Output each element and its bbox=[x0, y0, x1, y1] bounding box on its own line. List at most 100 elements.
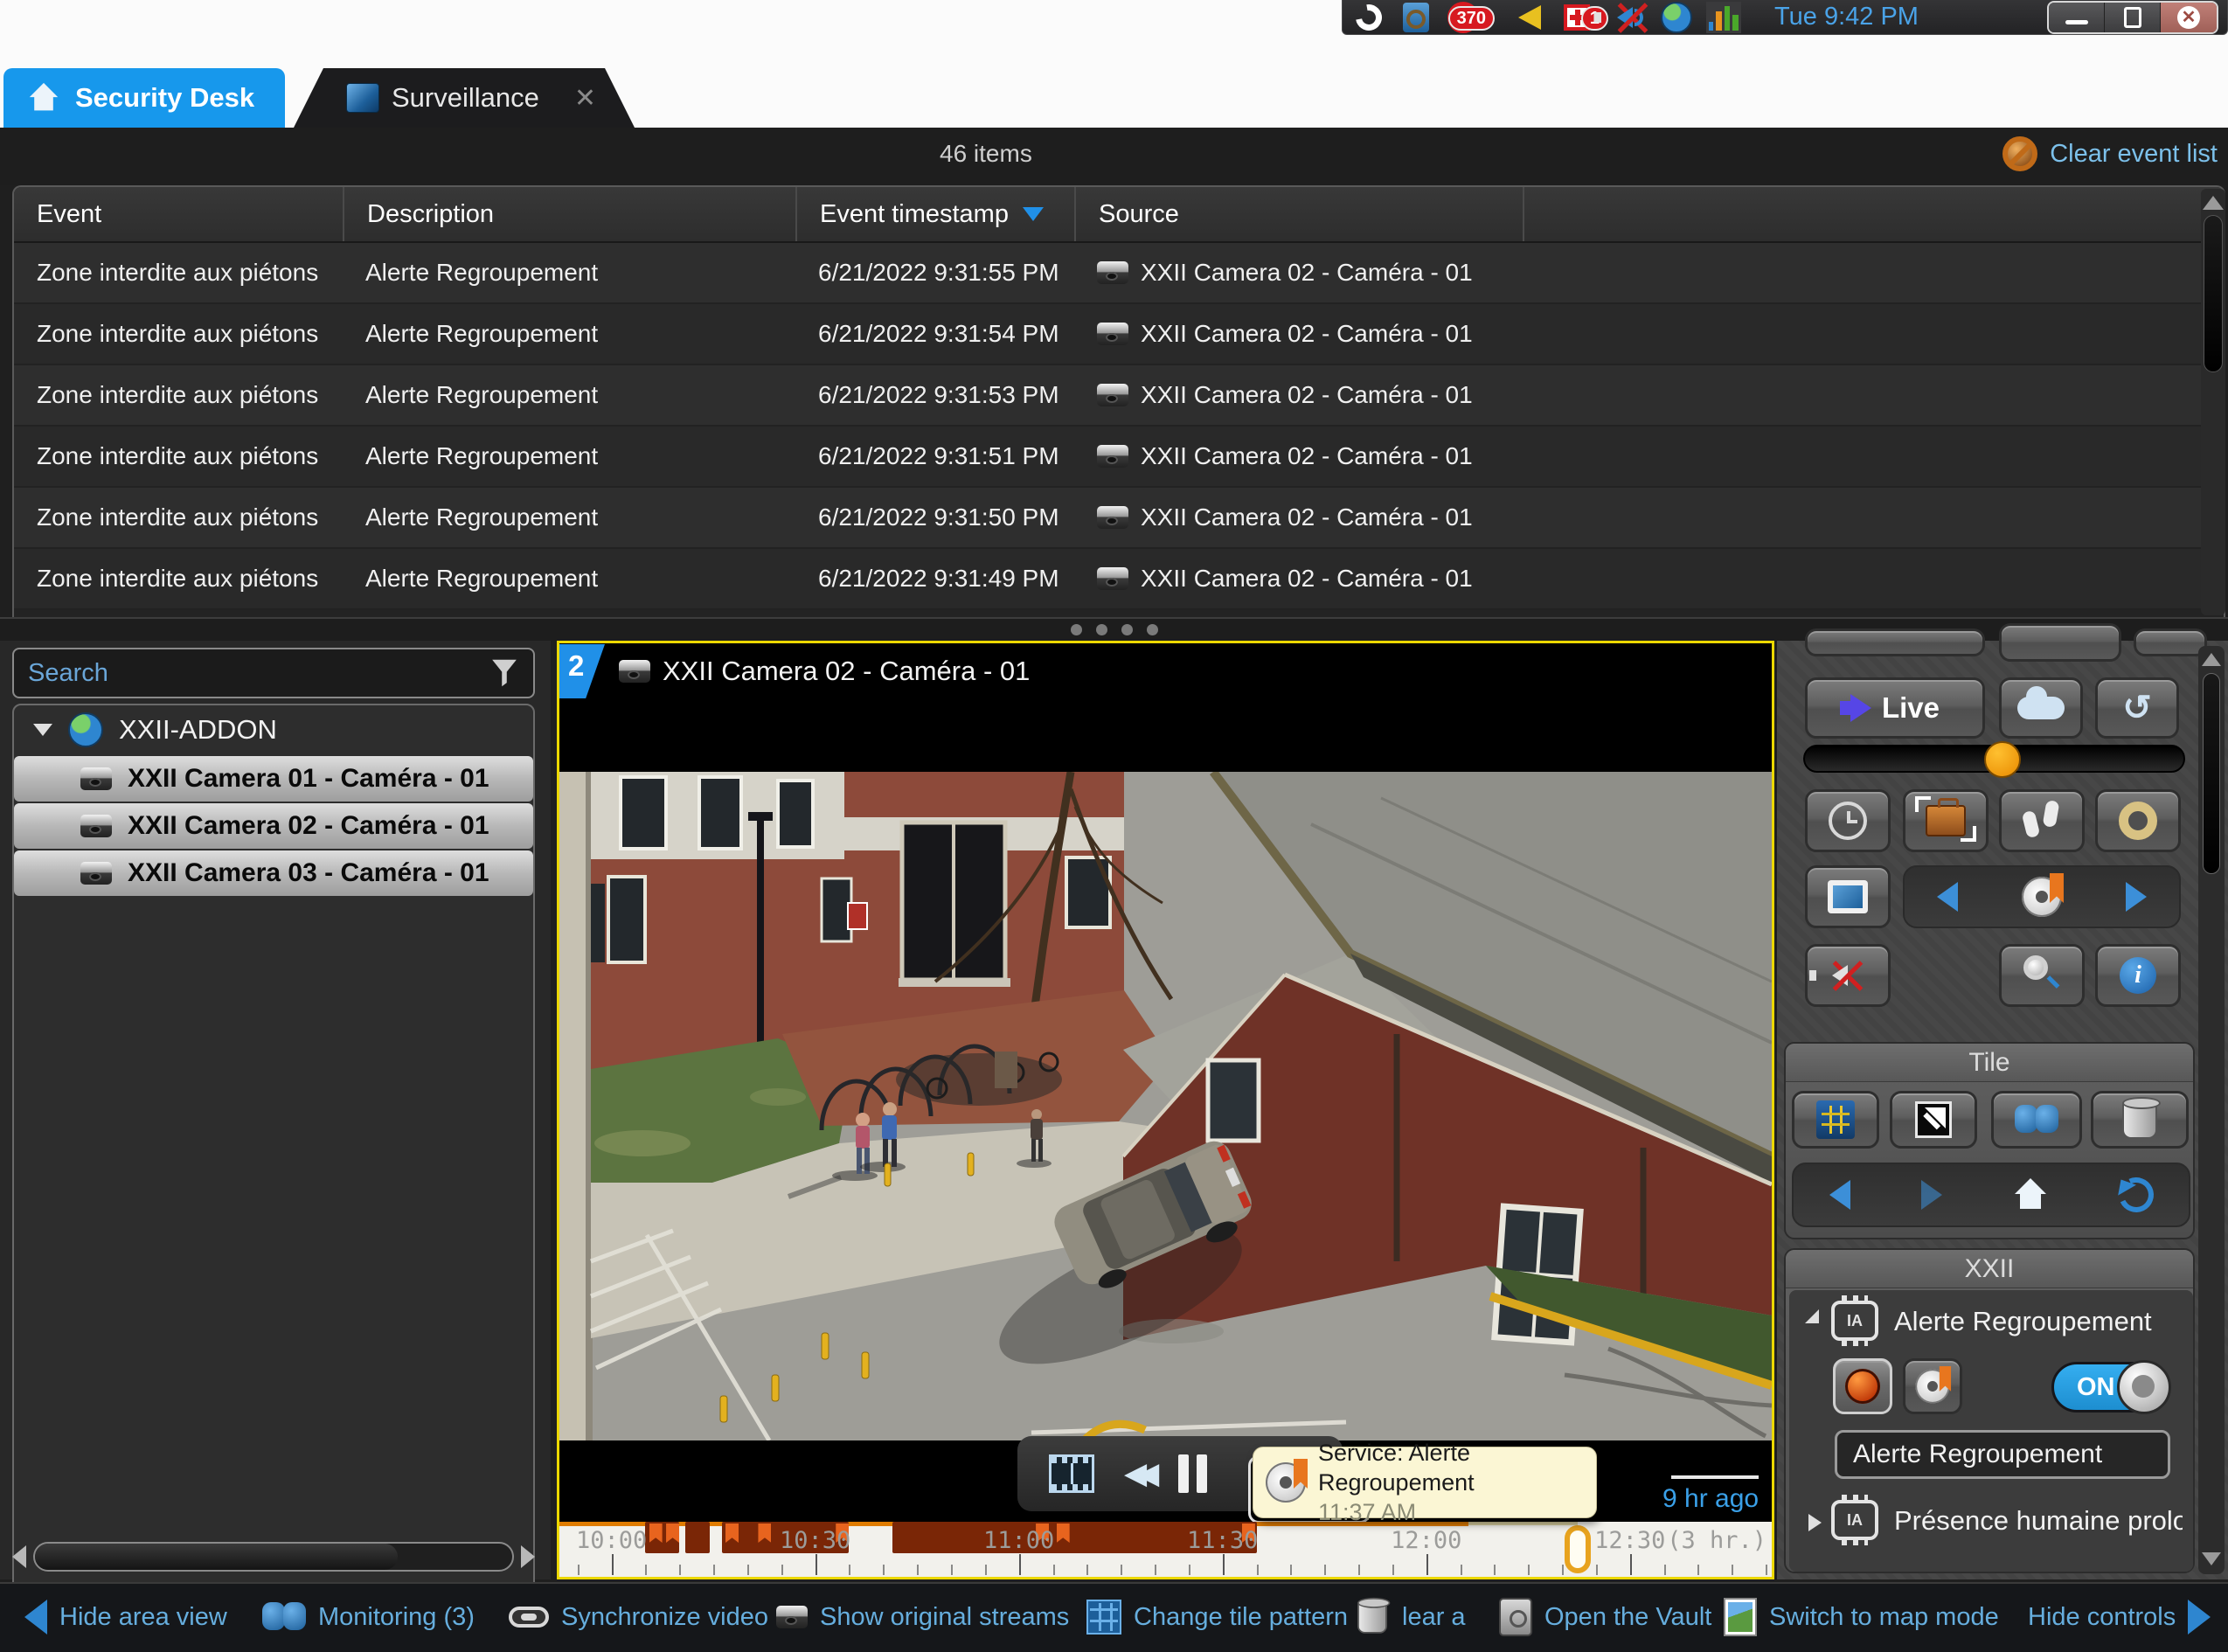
synchronize-video-button[interactable]: Synchronize video bbox=[509, 1584, 768, 1650]
toggle-knob[interactable] bbox=[2117, 1360, 2171, 1414]
performance-chart-icon[interactable] bbox=[1706, 3, 1741, 32]
expanded-icon[interactable] bbox=[1805, 1309, 1819, 1323]
maximize-button[interactable] bbox=[2105, 3, 2161, 32]
mute-button[interactable] bbox=[1805, 944, 1891, 1007]
event-row[interactable]: Zone interdite aux piétonsAlerte Regroup… bbox=[14, 304, 2224, 365]
bucket-icon bbox=[2122, 1100, 2157, 1139]
event-row[interactable]: Zone interdite aux piétonsAlerte Regroup… bbox=[14, 243, 2224, 304]
scroll-down-icon[interactable] bbox=[2202, 1552, 2221, 1565]
refresh-icon[interactable] bbox=[2113, 1172, 2158, 1217]
tab-surveillance[interactable]: Surveillance ✕ bbox=[294, 68, 635, 128]
open-vault-button[interactable]: Open the Vault bbox=[1499, 1584, 1711, 1650]
home-content-icon[interactable] bbox=[2013, 1178, 2048, 1211]
slider-thumb[interactable] bbox=[1984, 741, 2021, 778]
event-row[interactable]: Zone interdite aux piétonsAlerte Regroup… bbox=[14, 549, 2224, 610]
previous-tile-icon[interactable] bbox=[1829, 1180, 1850, 1210]
column-event-timestamp[interactable]: Event timestamp bbox=[795, 187, 1074, 241]
live-button[interactable]: Live bbox=[1805, 677, 1985, 739]
next-bookmark-icon[interactable] bbox=[2126, 882, 2147, 912]
collapsed-icon[interactable] bbox=[1808, 1514, 1822, 1531]
pause-icon[interactable] bbox=[1178, 1454, 1207, 1493]
filter-funnel-icon[interactable] bbox=[489, 657, 519, 689]
bookmark-event-button[interactable] bbox=[1903, 1358, 1962, 1414]
column-description[interactable]: Description bbox=[343, 187, 795, 241]
scrollbar-track[interactable] bbox=[33, 1542, 514, 1572]
go-to-time-button[interactable] bbox=[1805, 789, 1891, 852]
timeline-tick bbox=[713, 1565, 715, 1575]
collapse-icon[interactable] bbox=[33, 724, 52, 736]
partial-tab[interactable] bbox=[1999, 623, 2121, 662]
scrollbar-thumb[interactable] bbox=[2203, 673, 2220, 874]
clear-tile-button[interactable] bbox=[2091, 1091, 2189, 1149]
scrollbar-thumb[interactable] bbox=[2204, 215, 2223, 372]
partial-button[interactable] bbox=[1805, 628, 1985, 656]
show-original-streams-button[interactable]: Show original streams bbox=[776, 1584, 1069, 1650]
column-event[interactable]: Event bbox=[14, 187, 343, 241]
monitor-button[interactable] bbox=[1805, 865, 1891, 928]
next-tile-icon[interactable] bbox=[1921, 1180, 1942, 1210]
event-list-scrollbar[interactable] bbox=[2201, 189, 2225, 615]
sidebar-camera-item[interactable]: XXII Camera 01 - Caméra - 01 bbox=[14, 756, 533, 802]
maximize-tile-button[interactable] bbox=[1792, 1091, 1879, 1149]
save-snapshot-button[interactable] bbox=[2095, 789, 2181, 852]
visual-tracking-button[interactable] bbox=[1999, 789, 2085, 852]
sidebar-camera-item[interactable]: XXII Camera 02 - Caméra - 01 bbox=[14, 803, 533, 849]
tree-root-item[interactable]: XXII-ADDON bbox=[14, 705, 533, 754]
switch-to-map-mode-button[interactable]: Switch to map mode bbox=[1724, 1584, 1999, 1650]
info-button[interactable]: i bbox=[2095, 944, 2181, 1007]
horn-icon[interactable] bbox=[1512, 3, 1547, 32]
sidebar-camera-item[interactable]: XXII Camera 03 - Caméra - 01 bbox=[14, 850, 533, 896]
timeline[interactable]: 10:0010:3011:0011:3012:0012:30 (3 hr.) bbox=[559, 1522, 1772, 1577]
video-tile[interactable]: 2 XXII Camera 02 - Caméra - 01 bbox=[557, 641, 1774, 1579]
fullscreen-button[interactable] bbox=[1890, 1091, 1977, 1149]
cloud-playback-button[interactable] bbox=[1999, 677, 2083, 739]
event-row[interactable]: Zone interdite aux piétonsAlerte Regroup… bbox=[14, 427, 2224, 488]
tab-home[interactable]: Security Desk bbox=[3, 68, 285, 128]
scroll-right-icon[interactable] bbox=[521, 1545, 535, 1568]
rewind-icon[interactable]: ◀◀ bbox=[1124, 1456, 1149, 1491]
clear-event-list-button[interactable]: Clear event list bbox=[2002, 136, 2218, 171]
analytic-1-label: Alerte Regroupement bbox=[1894, 1306, 2152, 1337]
event-row[interactable]: Zone interdite aux piétonsAlerte Regroup… bbox=[14, 365, 2224, 427]
smart-search-button[interactable] bbox=[1999, 944, 2085, 1007]
hide-area-view-button[interactable]: Hide area view bbox=[24, 1584, 227, 1650]
export-video-button[interactable] bbox=[1903, 789, 1989, 852]
column-source[interactable]: Source bbox=[1074, 187, 1523, 241]
instant-replay-button[interactable]: ↺ bbox=[2095, 677, 2179, 739]
tab-close-icon[interactable]: ✕ bbox=[574, 83, 596, 114]
search-input[interactable]: Search bbox=[12, 648, 535, 698]
xxii-section: XXII IA Alerte Regroupement ON Alerte Re… bbox=[1784, 1248, 2195, 1573]
timeline-playhead[interactable] bbox=[1565, 1525, 1591, 1573]
sidebar-horizontal-scrollbar[interactable] bbox=[12, 1539, 535, 1574]
monitoring-tile-button[interactable] bbox=[1991, 1091, 2082, 1149]
analytic-name-input[interactable]: Alerte Regroupement bbox=[1835, 1430, 2170, 1479]
tab-surveillance-label: Surveillance bbox=[392, 82, 539, 114]
partial-button[interactable] bbox=[2134, 628, 2207, 656]
health-icon[interactable]: 1 bbox=[1559, 3, 1594, 32]
alarm-toggle-button[interactable] bbox=[1833, 1358, 1892, 1414]
scroll-left-icon[interactable] bbox=[12, 1545, 26, 1568]
network-globe-icon[interactable] bbox=[1659, 3, 1694, 32]
volume-icon[interactable] bbox=[1612, 3, 1647, 32]
ring-icon bbox=[2119, 802, 2157, 840]
change-tile-pattern-button[interactable]: Change tile pattern bbox=[1086, 1584, 1348, 1650]
panel-scrollbar[interactable] bbox=[2198, 646, 2225, 1574]
close-button[interactable]: ✕ bbox=[2161, 3, 2217, 32]
event-cell bbox=[1523, 427, 2224, 486]
directory-status-icon[interactable] bbox=[1399, 3, 1433, 32]
monitoring-button[interactable]: Monitoring (3) bbox=[262, 1584, 475, 1650]
analytic-on-toggle[interactable]: ON bbox=[2051, 1362, 2170, 1413]
alarms-icon[interactable]: 370 bbox=[1446, 3, 1481, 32]
playback-speed-slider[interactable] bbox=[1803, 745, 2185, 773]
minimize-button[interactable] bbox=[2049, 3, 2105, 32]
scrollbar-thumb[interactable] bbox=[35, 1544, 398, 1570]
scroll-up-icon[interactable] bbox=[2202, 653, 2221, 666]
previous-bookmark-icon[interactable] bbox=[1937, 882, 1958, 912]
add-bookmark-icon[interactable] bbox=[2022, 877, 2062, 917]
filmstrip-icon[interactable] bbox=[1049, 1454, 1094, 1493]
scroll-up-icon[interactable] bbox=[2203, 196, 2224, 210]
hide-controls-button[interactable]: Hide controls bbox=[2028, 1584, 2211, 1650]
bookmark-tooltip: Service: Alerte Regroupement 11:37 AM bbox=[1253, 1447, 1597, 1518]
clear-all-button[interactable]: lear a bbox=[1355, 1584, 1466, 1650]
event-row[interactable]: Zone interdite aux piétonsAlerte Regroup… bbox=[14, 488, 2224, 549]
